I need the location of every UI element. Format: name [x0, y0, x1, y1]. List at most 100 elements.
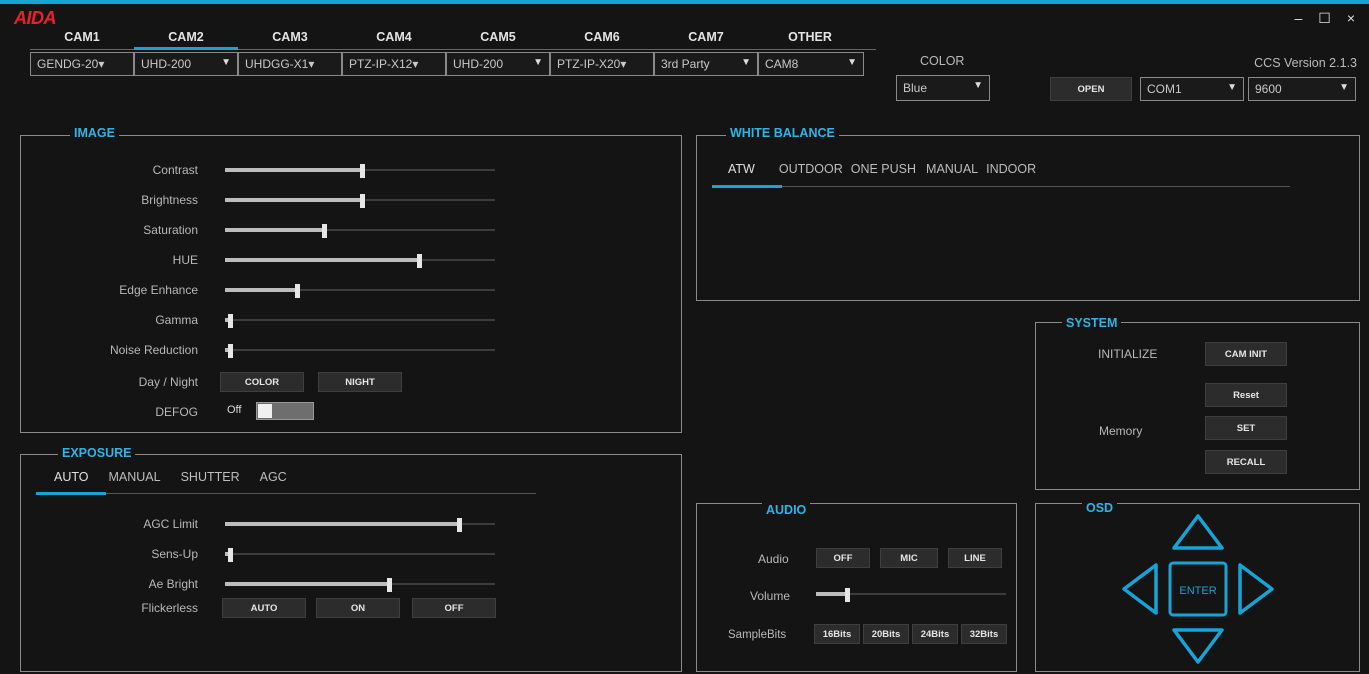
flickerless-off-button[interactable]: OFF — [412, 598, 496, 618]
slider-thumb[interactable] — [360, 164, 365, 178]
audio-mic-button[interactable]: MIC — [880, 548, 938, 568]
contrast-slider[interactable] — [225, 164, 495, 178]
chevron-down-icon: ▼ — [1227, 82, 1237, 93]
audio-panel-title: AUDIO — [762, 503, 811, 517]
minimize-icon[interactable]: – — [1294, 10, 1302, 27]
reset-button[interactable]: Reset — [1205, 383, 1287, 407]
slider-thumb[interactable] — [295, 284, 300, 298]
aida-logo: AIDA — [14, 8, 57, 28]
tab-cam3[interactable]: CAM3 — [238, 29, 342, 50]
samplebits-20-button[interactable]: 20Bits — [863, 624, 909, 644]
night-mode-button[interactable]: NIGHT — [318, 372, 402, 392]
arrow-down-icon[interactable] — [1172, 628, 1224, 664]
image-slider-label: Edge Enhance — [119, 283, 198, 297]
tab-exposure-manual[interactable]: MANUAL — [99, 470, 171, 488]
edge-enhance-slider[interactable] — [225, 284, 495, 298]
flickerless-auto-button[interactable]: AUTO — [222, 598, 306, 618]
wb-active-tab-indicator — [712, 185, 782, 188]
cam2-model-select[interactable]: UHD-200 ▼ — [134, 52, 238, 76]
audio-line-button[interactable]: LINE — [948, 548, 1002, 568]
com-port-select[interactable]: COM1 ▼ — [1140, 77, 1244, 101]
slider-fill — [225, 198, 360, 202]
tab-wb-atw[interactable]: ATW — [718, 162, 765, 180]
audio-label: Audio — [758, 552, 789, 566]
cam1-model-select[interactable]: GENDG-20▾ — [30, 52, 134, 76]
sens-up-slider[interactable] — [225, 548, 495, 562]
tab-cam7[interactable]: CAM7 — [654, 29, 758, 50]
tab-cam4[interactable]: CAM4 — [342, 29, 446, 50]
tab-cam2[interactable]: CAM2 — [134, 29, 238, 50]
tab-cam1[interactable]: CAM1 — [30, 29, 134, 50]
samplebits-24-button[interactable]: 24Bits — [912, 624, 958, 644]
slider-thumb[interactable] — [322, 224, 327, 238]
cam5-model-select[interactable]: UHD-200 ▼ — [446, 52, 550, 76]
cam7-model-select[interactable]: 3rd Party ▼ — [654, 52, 758, 76]
cam-init-button[interactable]: CAM INIT — [1205, 342, 1287, 366]
noise-reduction-slider[interactable] — [225, 344, 495, 358]
tab-exposure-auto[interactable]: AUTO — [44, 470, 99, 488]
tab-wb-manual[interactable]: MANUAL — [922, 162, 982, 180]
system-panel — [1035, 322, 1360, 490]
slider-thumb[interactable] — [457, 518, 462, 532]
exposure-slider-label: Sens-Up — [151, 547, 198, 561]
cam4-model-select[interactable]: PTZ-IP-X12▾ — [342, 52, 446, 76]
samplebits-16-button[interactable]: 16Bits — [814, 624, 860, 644]
arrow-up-icon[interactable] — [1172, 514, 1224, 550]
ae-bright-slider[interactable] — [225, 578, 495, 592]
cam8-model-select[interactable]: CAM8 ▼ — [758, 52, 864, 76]
chevron-down-icon: ▼ — [847, 57, 857, 68]
slider-thumb[interactable] — [387, 578, 392, 592]
memory-set-button[interactable]: SET — [1205, 416, 1287, 440]
chevron-down-icon: ▼ — [221, 57, 231, 68]
white-balance-panel-title: WHITE BALANCE — [726, 126, 839, 140]
color-mode-button[interactable]: COLOR — [220, 372, 304, 392]
slider-thumb[interactable] — [360, 194, 365, 208]
close-icon[interactable]: × — [1347, 10, 1355, 27]
gamma-slider[interactable] — [225, 314, 495, 328]
slider-fill — [225, 228, 322, 232]
color-select[interactable]: Blue ▼ — [896, 75, 990, 101]
memory-recall-button[interactable]: RECALL — [1205, 450, 1287, 474]
flickerless-on-button[interactable]: ON — [316, 598, 400, 618]
hue-slider[interactable] — [225, 254, 495, 268]
osd-dpad: ENTER — [1122, 514, 1274, 664]
tab-cam6[interactable]: CAM6 — [550, 29, 654, 50]
defog-state: Off — [227, 404, 242, 416]
image-panel-title: IMAGE — [70, 126, 119, 140]
slider-thumb[interactable] — [228, 548, 233, 562]
tab-wb-outdoor[interactable]: OUTDOOR — [765, 162, 845, 180]
brightness-slider[interactable] — [225, 194, 495, 208]
osd-panel-title: OSD — [1082, 501, 1118, 515]
exposure-panel-title: EXPOSURE — [58, 446, 136, 460]
tab-other[interactable]: OTHER — [758, 29, 862, 50]
defog-label: DEFOG — [155, 405, 198, 419]
wb-tab-line — [712, 186, 1290, 187]
slider-thumb[interactable] — [845, 588, 850, 602]
white-balance-panel — [696, 135, 1360, 301]
defog-toggle[interactable] — [256, 402, 314, 420]
tab-exposure-shutter[interactable]: SHUTTER — [171, 470, 250, 488]
samplebits-32-button[interactable]: 32Bits — [961, 624, 1007, 644]
tab-exposure-agc[interactable]: AGC — [250, 470, 297, 488]
arrow-right-icon[interactable] — [1238, 563, 1274, 615]
slider-fill — [225, 258, 417, 262]
saturation-slider[interactable] — [225, 224, 495, 238]
version-label: CCS Version 2.1.3 — [1254, 56, 1357, 70]
maximize-icon[interactable]: ☐ — [1318, 10, 1331, 27]
arrow-left-icon[interactable] — [1122, 563, 1158, 615]
tab-cam5[interactable]: CAM5 — [446, 29, 550, 50]
tab-wb-one-push[interactable]: ONE PUSH — [845, 162, 922, 180]
baud-rate-select[interactable]: 9600 ▼ — [1248, 77, 1356, 101]
agc-limit-slider[interactable] — [225, 518, 495, 532]
slider-track — [225, 349, 495, 351]
slider-thumb[interactable] — [417, 254, 422, 268]
open-button[interactable]: OPEN — [1050, 77, 1132, 101]
cam6-model-select[interactable]: PTZ-IP-X20▾ — [550, 52, 654, 76]
cam3-model-select[interactable]: UHDGG-X1▾ — [238, 52, 342, 76]
day-night-label: Day / Night — [138, 375, 198, 389]
volume-slider[interactable] — [816, 588, 1006, 602]
audio-off-button[interactable]: OFF — [816, 548, 870, 568]
tab-wb-indoor[interactable]: INDOOR — [982, 162, 1040, 180]
slider-thumb[interactable] — [228, 344, 233, 358]
slider-thumb[interactable] — [228, 314, 233, 328]
